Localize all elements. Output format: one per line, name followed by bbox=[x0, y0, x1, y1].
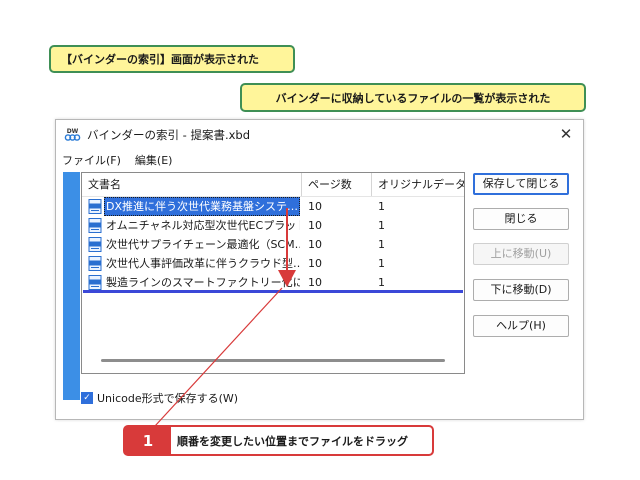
step-number-badge: 1 bbox=[125, 427, 171, 454]
step-instruction: 順番を変更したい位置までファイルをドラッグ bbox=[177, 434, 408, 448]
drag-annotation-overlay bbox=[154, 208, 296, 427]
step-1-callout: 1 順番を変更したい位置までファイルをドラッグ bbox=[123, 425, 434, 456]
drag-arrow-head-icon bbox=[278, 270, 296, 287]
callout-leader-line bbox=[154, 287, 283, 427]
